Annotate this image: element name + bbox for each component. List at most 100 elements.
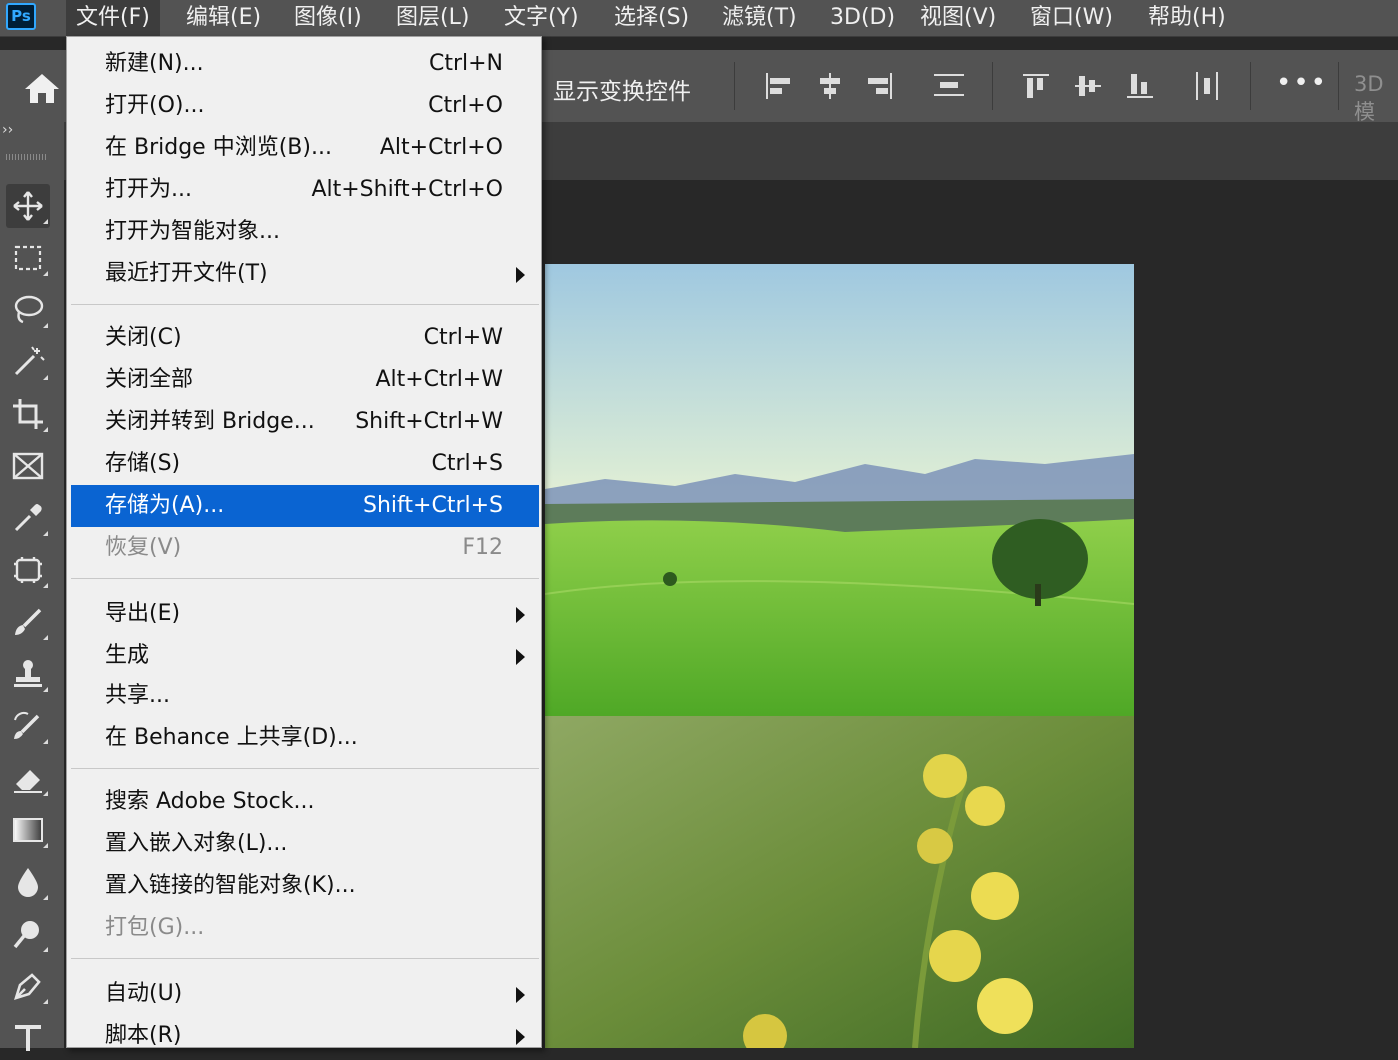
menu-item-close-all[interactable]: 关闭全部 Alt+Ctrl+W (71, 359, 539, 401)
menu-item-search-adobe-stock[interactable]: 搜索 Adobe Stock... (71, 781, 539, 823)
submenu-arrow-icon (516, 267, 525, 283)
shortcut-label: Ctrl+N (428, 51, 503, 76)
menu-file[interactable]: 文件(F) (66, 0, 160, 36)
menu-select[interactable]: 选择(S) (604, 0, 699, 36)
menu-image[interactable]: 图像(I) (284, 0, 372, 36)
3d-mode-label[interactable]: 3D 模 (1354, 72, 1398, 126)
show-transform-controls-label[interactable]: 显示变换控件 (553, 72, 691, 106)
flower-image (545, 716, 1134, 1048)
menu-item-open-smart-object[interactable]: 打开为智能对象... (71, 211, 539, 253)
menu-item-share[interactable]: 共享... (71, 675, 539, 717)
menu-3d[interactable]: 3D(D) (820, 0, 905, 36)
menu-item-label: 共享... (105, 683, 170, 708)
menu-type[interactable]: 文字(Y) (494, 0, 589, 36)
type-tool-icon[interactable] (6, 1016, 50, 1060)
menu-item-revert[interactable]: 恢复(V) F12 (71, 527, 539, 569)
menu-item-scripts[interactable]: 脚本(R) (71, 1015, 539, 1057)
dodge-tool-icon[interactable] (6, 912, 50, 956)
eraser-tool-icon[interactable] (6, 756, 50, 800)
file-menu-dropdown: 新建(N)... Ctrl+N 打开(O)... Ctrl+O 在 Bridge 中… (66, 36, 542, 1048)
blur-tool-icon[interactable] (6, 860, 50, 904)
landscape-image (545, 264, 1134, 716)
lasso-tool-icon[interactable] (6, 288, 50, 332)
menu-item-label: 关闭全部 (105, 367, 194, 392)
distribute-vertical-icon[interactable] (932, 70, 966, 106)
shortcut-label: Ctrl+S (431, 451, 503, 476)
crop-tool-icon[interactable] (6, 392, 50, 436)
menu-item-label: 打开为智能对象... (105, 219, 280, 244)
shortcut-label: Ctrl+W (423, 325, 503, 350)
menu-item-share-behance[interactable]: 在 Behance 上共享(D)... (71, 717, 539, 759)
collapse-panel-icon[interactable]: ›› (2, 122, 13, 138)
menu-filter[interactable]: 滤镜(T) (712, 0, 807, 36)
patch-tool-icon[interactable] (6, 548, 50, 592)
menu-item-label: 脚本(R) (105, 1023, 182, 1048)
frame-tool-icon[interactable] (6, 444, 50, 488)
menu-item-generate[interactable]: 生成 (71, 635, 539, 677)
menu-item-save-as[interactable]: 存储为(A)... Shift+Ctrl+S (71, 485, 539, 527)
menu-item-automate[interactable]: 自动(U) (71, 973, 539, 1015)
distribute-horizontal-icon[interactable] (1192, 70, 1224, 106)
menu-item-package[interactable]: 打包(G)... (71, 907, 539, 949)
menu-item-place-linked[interactable]: 置入链接的智能对象(K)... (71, 865, 539, 907)
submenu-arrow-icon (516, 987, 525, 1003)
menu-item-new[interactable]: 新建(N)... Ctrl+N (71, 43, 539, 85)
menu-item-label: 打包(G)... (105, 915, 205, 940)
clone-stamp-tool-icon[interactable] (6, 652, 50, 696)
photoshop-logo: Ps (6, 3, 36, 30)
menu-item-export[interactable]: 导出(E) (71, 593, 539, 635)
menu-item-label: 导出(E) (105, 601, 181, 626)
align-top-icon[interactable] (1020, 70, 1052, 106)
menu-separator (71, 768, 539, 769)
menu-window[interactable]: 窗口(W) (1020, 0, 1123, 36)
panel-grip[interactable] (6, 154, 46, 160)
menu-item-label: 在 Behance 上共享(D)... (105, 725, 358, 750)
menu-view[interactable]: 视图(V) (910, 0, 1006, 36)
menu-item-label: 关闭并转到 Bridge... (105, 409, 315, 434)
tools-panel: ›› (0, 122, 65, 1051)
menu-item-close-goto-bridge[interactable]: 关闭并转到 Bridge... Shift+Ctrl+W (71, 401, 539, 443)
menu-item-recent-files[interactable]: 最近打开文件(T) (71, 253, 539, 295)
menu-item-close[interactable]: 关闭(C) Ctrl+W (71, 317, 539, 359)
menu-item-label: 自动(U) (105, 981, 183, 1006)
brush-tool-icon[interactable] (6, 600, 50, 644)
more-options-icon[interactable]: ••• (1276, 68, 1328, 98)
menu-item-label: 搜索 Adobe Stock... (105, 789, 315, 814)
menu-item-save[interactable]: 存储(S) Ctrl+S (71, 443, 539, 485)
eyedropper-tool-icon[interactable] (6, 496, 50, 540)
menu-layer[interactable]: 图层(L) (386, 0, 479, 36)
shortcut-label: F12 (462, 535, 503, 560)
divider (992, 62, 993, 110)
pen-tool-icon[interactable] (6, 964, 50, 1008)
menu-item-open[interactable]: 打开(O)... Ctrl+O (71, 85, 539, 127)
menu-item-open-as[interactable]: 打开为... Alt+Shift+Ctrl+O (71, 169, 539, 211)
align-bottom-icon[interactable] (1124, 70, 1156, 106)
menu-edit[interactable]: 编辑(E) (176, 0, 271, 36)
menu-item-place-embedded[interactable]: 置入嵌入对象(L)... (71, 823, 539, 865)
divider (1250, 62, 1251, 110)
marquee-tool-icon[interactable] (6, 236, 50, 280)
menu-separator (71, 578, 539, 579)
menu-item-label: 置入嵌入对象(L)... (105, 831, 288, 856)
shortcut-label: Ctrl+O (428, 93, 503, 118)
move-tool-icon[interactable] (6, 184, 50, 228)
menu-item-label: 恢复(V) (105, 535, 182, 560)
align-right-icon[interactable] (864, 70, 896, 106)
align-horizontal-center-icon[interactable] (814, 70, 846, 106)
menu-bar: Ps 文件(F) 编辑(E) 图像(I) 图层(L) 文字(Y) 选择(S) 滤… (0, 0, 1398, 37)
align-vertical-center-icon[interactable] (1072, 70, 1104, 106)
history-brush-tool-icon[interactable] (6, 704, 50, 748)
menu-help[interactable]: 帮助(H) (1138, 0, 1236, 36)
menu-separator (71, 304, 539, 305)
align-left-icon[interactable] (762, 70, 794, 106)
shortcut-label: Alt+Ctrl+W (375, 367, 503, 392)
gradient-tool-icon[interactable] (6, 808, 50, 852)
home-icon[interactable] (22, 70, 62, 110)
menu-item-label: 打开(O)... (105, 93, 205, 118)
shortcut-label: Shift+Ctrl+W (355, 409, 503, 434)
shortcut-label: Alt+Ctrl+O (379, 135, 503, 160)
magic-wand-tool-icon[interactable] (6, 340, 50, 384)
menu-item-label: 存储为(A)... (105, 493, 225, 518)
menu-item-browse-bridge[interactable]: 在 Bridge 中浏览(B)... Alt+Ctrl+O (71, 127, 539, 169)
submenu-arrow-icon (516, 1029, 525, 1045)
